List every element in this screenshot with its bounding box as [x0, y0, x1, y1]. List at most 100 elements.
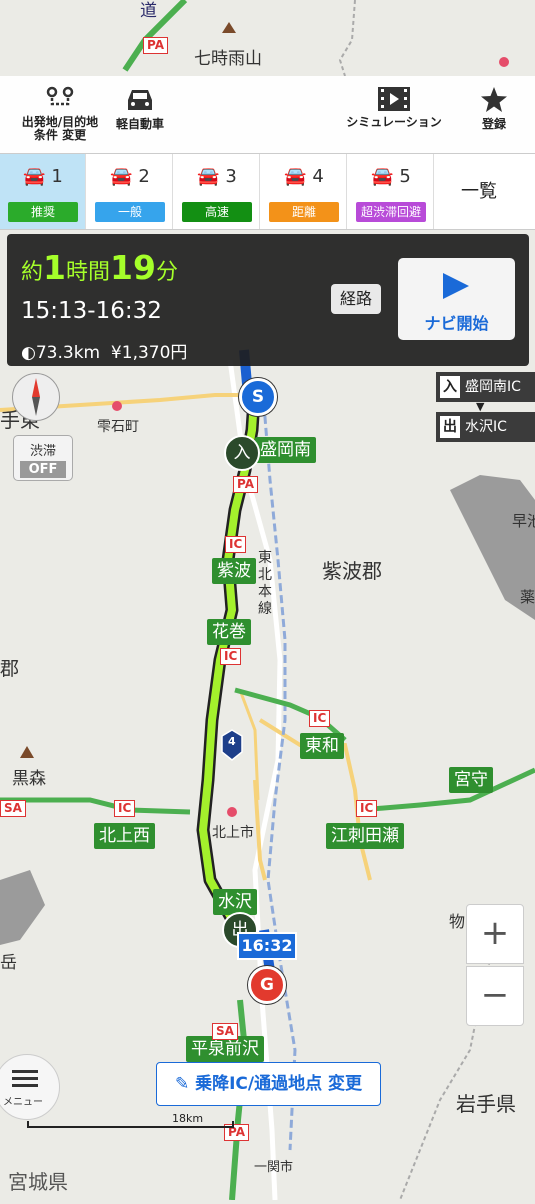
car-icon: 🚘	[110, 166, 133, 187]
map-label-kurumori: 黒森	[12, 769, 46, 789]
scale-bar: 18km	[27, 1112, 234, 1129]
navi-start-label: ナビ開始	[424, 314, 489, 333]
duration-approx: 約	[21, 260, 44, 285]
ic-tag: IC	[225, 536, 247, 553]
start-marker[interactable]: S	[239, 378, 277, 416]
pa-tag: PA	[233, 476, 258, 493]
map-label-dake: 岳	[0, 953, 17, 973]
tab-route-3[interactable]: 🚘 3 高速	[174, 154, 260, 229]
route-number: 4	[228, 735, 236, 748]
start-goal-button[interactable]: 出発地/目的地 条件 変更	[14, 76, 106, 153]
exit-ic-info: 出水沢IC	[436, 412, 535, 442]
map-label-shiwa-gun: 紫波郡	[322, 559, 382, 583]
ic-tag: IC	[114, 800, 136, 817]
map-label-ichinoseki: 一関市	[254, 1160, 294, 1175]
compass-button[interactable]	[12, 373, 60, 421]
tab-number: 1	[51, 166, 63, 187]
tab-badge-general: 一般	[95, 202, 165, 222]
map-label-shizukuishi: 雫石町	[97, 419, 139, 435]
sa-tag: SA	[0, 800, 26, 817]
tab-route-2[interactable]: 🚘 2 一般	[87, 154, 173, 229]
ic-label-hanamaki[interactable]: 花巻	[207, 619, 251, 645]
map-label-iwate-pref: 岩手県	[456, 1092, 516, 1116]
map-label-mono: 物	[449, 912, 466, 931]
sa-tag: SA	[212, 1023, 238, 1040]
change-ic-waypoint-button[interactable]: ✎ 乗降IC/通過地点 変更	[156, 1062, 381, 1106]
tab-number: 2	[138, 166, 150, 187]
traffic-label: 渋滞	[29, 444, 56, 459]
entry-ic-name: 盛岡南IC	[465, 379, 521, 395]
hamburger-icon	[12, 1070, 38, 1087]
entry-marker[interactable]: 入	[224, 435, 260, 471]
tab-list[interactable]: 一覧	[434, 154, 524, 229]
time-range: 15:13-16:32	[21, 298, 162, 324]
exit-ic-name: 水沢IC	[465, 419, 507, 435]
film-play-icon	[378, 87, 410, 111]
yen-icon: ¥	[110, 343, 122, 363]
car-icon: 🚘	[23, 166, 46, 187]
waypoints-icon	[46, 86, 74, 106]
zoom-in-button[interactable]: +	[466, 904, 524, 964]
duration-minutes: 19	[110, 248, 156, 287]
star-icon	[481, 87, 507, 112]
ic-label-mizusawa[interactable]: 水沢	[213, 889, 257, 915]
exit-key: 出	[440, 416, 460, 438]
tab-badge-recommended: 推奨	[8, 202, 78, 222]
mountain-icon	[222, 22, 236, 33]
simulation-label: シミュレーション	[346, 115, 442, 129]
goal-marker[interactable]: G	[248, 966, 286, 1004]
entry-key: 入	[440, 376, 460, 398]
map-label-michi: 道	[140, 1, 157, 21]
car-icon: 🚘	[197, 166, 220, 187]
tab-route-4[interactable]: 🚘 4 距離	[261, 154, 347, 229]
map-label-miyagi-pref: 宮城県	[8, 1170, 68, 1194]
simulation-button[interactable]: シミュレーション	[338, 76, 450, 153]
ic-label-kitakami-nishi[interactable]: 北上西	[94, 823, 155, 849]
ic-label-miyamori[interactable]: 宮守	[449, 767, 493, 793]
compass-icon	[32, 378, 40, 416]
ic-label-towa[interactable]: 東和	[300, 733, 344, 759]
map-label-sai: 薬	[520, 588, 535, 606]
traffic-state: OFF	[20, 461, 66, 478]
map-label-hayachine: 早池	[512, 512, 535, 530]
tab-route-5[interactable]: 🚘 5 超渋滞回避	[348, 154, 434, 229]
condition-label: 条件 変更	[33, 128, 87, 142]
toll: 1,370円	[121, 343, 188, 363]
map-label-kitakami-city: 北上市	[212, 825, 254, 841]
tab-number: 4	[312, 166, 324, 187]
pa-tag: PA	[143, 37, 168, 54]
scale-label: 18km	[172, 1112, 204, 1125]
vehicle-label: 軽自動車	[115, 117, 164, 131]
duration: 約1時間19分	[21, 248, 178, 287]
ic-tag: IC	[309, 710, 331, 727]
zoom-out-button[interactable]: −	[466, 966, 524, 1026]
ic-label-esashi[interactable]: 江刺田瀬	[326, 823, 404, 849]
traffic-toggle[interactable]: 渋滞 OFF	[13, 435, 73, 481]
duration-hours: 1	[43, 248, 66, 287]
menu-label: メニュー	[3, 1097, 43, 1108]
map-label-nanashigure: 七時雨山	[194, 49, 262, 69]
mountain-area-west	[0, 870, 45, 945]
ic-tag: IC	[220, 648, 242, 665]
tab-badge-congestion-avoid: 超渋滞回避	[356, 202, 426, 222]
tab-number: 5	[399, 166, 411, 187]
map-label-tohoku-line: 東北本線	[258, 550, 272, 617]
tab-number: 3	[225, 166, 237, 187]
change-ic-label: 乗降IC/通過地点 変更	[195, 1074, 363, 1094]
car-icon	[128, 90, 152, 110]
ic-label-moriokaminami[interactable]: 盛岡南	[255, 437, 316, 463]
entry-ic-info: 入盛岡南IC	[436, 372, 535, 402]
vehicle-button[interactable]: 軽自動車	[108, 76, 172, 153]
navi-start-button[interactable]: ナビ開始	[398, 258, 515, 340]
route-summary-panel: 約1時間19分 15:13-16:32 ◐73.3km ¥1,370円 経路 ナ…	[7, 234, 529, 366]
tab-route-1[interactable]: 🚘 1 推奨	[0, 154, 86, 229]
mountain-icon	[20, 746, 34, 758]
play-icon	[443, 273, 469, 299]
route-meta: ◐73.3km ¥1,370円	[21, 338, 187, 363]
distance-icon: ◐	[21, 343, 36, 363]
ic-label-shiwa[interactable]: 紫波	[212, 558, 256, 584]
duration-hour-unit: 時間	[65, 260, 110, 285]
route-detail-button[interactable]: 経路	[331, 284, 381, 314]
register-button[interactable]: 登録	[466, 76, 522, 153]
route-toolbar: 出発地/目的地 条件 変更 軽自動車 シミュレーション 登録	[0, 76, 535, 153]
